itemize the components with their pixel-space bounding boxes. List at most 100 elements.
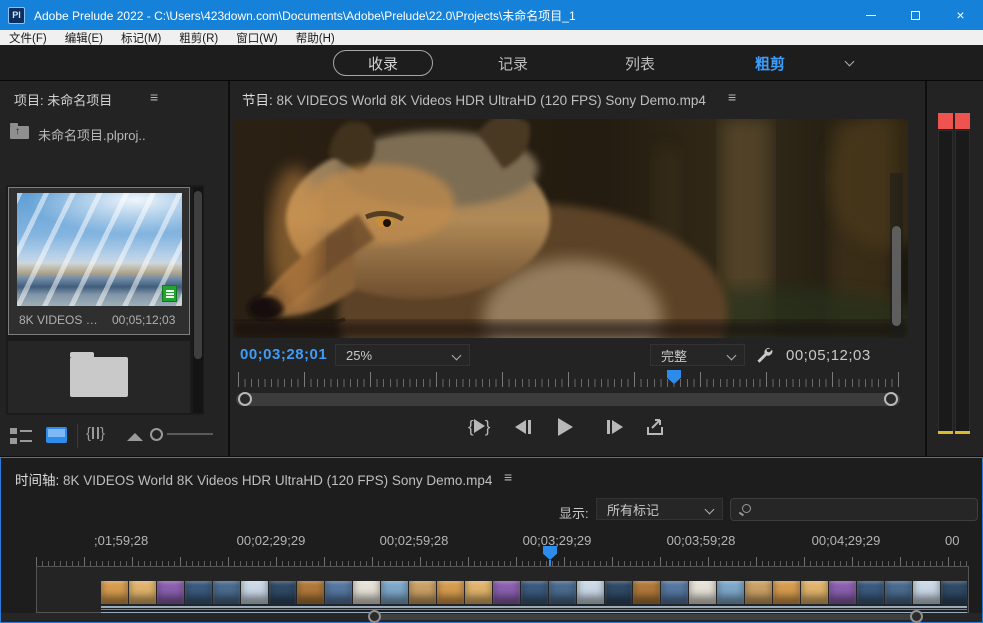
video-preview[interactable] bbox=[233, 119, 908, 338]
zoom-slider-track[interactable] bbox=[167, 433, 213, 435]
project-panel-toolbar: {} bbox=[0, 420, 228, 456]
scrollbar-thumb[interactable] bbox=[194, 191, 202, 359]
folder-icon bbox=[70, 357, 128, 397]
settings-wrench-button[interactable] bbox=[754, 344, 774, 364]
monitor-panel-menu-icon[interactable]: ≡ bbox=[728, 90, 736, 104]
monitor-scrollbar-thumb[interactable] bbox=[892, 226, 901, 326]
toolbar-divider bbox=[77, 424, 78, 448]
in-point-handle[interactable] bbox=[238, 392, 252, 406]
transport-controls: {} bbox=[230, 417, 905, 445]
marker-filter-value: 所有标记 bbox=[607, 500, 659, 519]
step-back-button[interactable] bbox=[515, 420, 531, 439]
menu-bar: 文件(F) 编辑(E) 标记(M) 粗剪(R) 窗口(W) 帮助(H) bbox=[0, 30, 983, 45]
menu-item-roughcut[interactable]: 粗剪(R) bbox=[170, 30, 227, 45]
menu-item-file[interactable]: 文件(F) bbox=[0, 30, 56, 45]
filmstrip-thumbnail bbox=[689, 581, 716, 604]
menu-item-edit[interactable]: 编辑(E) bbox=[56, 30, 112, 45]
filmstrip-thumbnail bbox=[213, 581, 240, 604]
timeline-panel: 时间轴: 8K VIDEOS World 8K Videos HDR Ultra… bbox=[0, 457, 983, 623]
thumbnail-view-button[interactable] bbox=[46, 427, 67, 443]
application-window: Pl Adobe Prelude 2022 - C:\Users\423down… bbox=[0, 0, 983, 623]
zoom-handle-left[interactable] bbox=[368, 610, 381, 623]
menu-item-window[interactable]: 窗口(W) bbox=[227, 30, 287, 45]
timeline-title: 时间轴: 8K VIDEOS World 8K Videos HDR Ultra… bbox=[15, 469, 492, 489]
timeline-zoom-scrollbar[interactable] bbox=[1, 613, 982, 622]
monitor-range-bar[interactable] bbox=[236, 393, 900, 406]
playback-quality-select[interactable]: 完整 bbox=[650, 344, 745, 366]
audio-meters-panel bbox=[927, 81, 983, 456]
project-panel-menu-icon[interactable]: ≡ bbox=[150, 90, 158, 104]
menu-item-marker[interactable]: 标记(M) bbox=[112, 30, 170, 45]
zoom-slider-handle[interactable] bbox=[150, 428, 163, 441]
wrench-icon bbox=[754, 344, 774, 364]
filmstrip-thumbnail bbox=[493, 581, 520, 604]
monitor-vertical-scrollbar[interactable] bbox=[890, 173, 903, 338]
search-input[interactable] bbox=[757, 500, 972, 519]
project-file-item[interactable]: 未命名项目.plproj.. bbox=[38, 125, 146, 144]
close-button[interactable]: × bbox=[938, 0, 983, 30]
app-logo-icon: Pl bbox=[8, 7, 25, 24]
workspace-tab-list-label: 列表 bbox=[625, 53, 655, 74]
monitor-time-ruler[interactable] bbox=[238, 370, 900, 387]
ruler-timecode-label: 00;04;29;29 bbox=[812, 533, 881, 548]
audio-clip-indicator-right[interactable] bbox=[955, 113, 970, 129]
clip-thumbnail[interactable] bbox=[17, 193, 182, 306]
zoom-handle-right[interactable] bbox=[910, 610, 923, 623]
filmstrip-thumbnail bbox=[465, 581, 492, 604]
out-point-handle[interactable] bbox=[884, 392, 898, 406]
project-panel-title: 项目: 未命名项目 bbox=[14, 90, 112, 109]
timeline-panel-menu-icon[interactable]: ≡ bbox=[504, 470, 512, 484]
clip-name: 8K VIDEOS … bbox=[19, 313, 107, 327]
filmstrip-thumbnail bbox=[437, 581, 464, 604]
export-button[interactable] bbox=[645, 417, 665, 442]
filmstrip-thumbnail bbox=[661, 581, 688, 604]
project-panel-scrollbar[interactable] bbox=[193, 187, 203, 413]
workspace-tab-roughcut[interactable]: 粗剪 bbox=[740, 45, 800, 81]
folder-tile[interactable] bbox=[8, 341, 190, 413]
audio-level-left bbox=[938, 431, 953, 434]
step-forward-button[interactable] bbox=[607, 420, 623, 439]
chevron-down-icon bbox=[705, 505, 715, 515]
workspace-tab-ingest[interactable]: 收录 bbox=[333, 50, 433, 76]
audio-clip-indicator-left[interactable] bbox=[938, 113, 953, 129]
filmstrip-thumbnail bbox=[185, 581, 212, 604]
monitor-title: 节目: 8K VIDEOS World 8K Videos HDR UltraH… bbox=[242, 89, 706, 109]
zoom-scrollbar-thumb[interactable] bbox=[374, 614, 916, 620]
filmstrip-thumbnail bbox=[773, 581, 800, 604]
window-controls: × bbox=[848, 0, 983, 30]
chevron-down-icon bbox=[452, 351, 462, 361]
audio-level-right bbox=[955, 431, 970, 434]
folder-up-icon[interactable]: ↑ bbox=[10, 126, 29, 139]
filmstrip-hover-button[interactable]: {} bbox=[86, 425, 105, 442]
play-in-to-out-button[interactable]: {} bbox=[468, 418, 490, 437]
clip-tile-selected[interactable]: 8K VIDEOS … 00;05;12;03 bbox=[8, 187, 190, 335]
filmstrip-thumbnail bbox=[381, 581, 408, 604]
filmstrip bbox=[101, 581, 967, 604]
workspace-chevron-button[interactable] bbox=[838, 45, 860, 81]
current-timecode[interactable]: 00;03;28;01 bbox=[240, 346, 327, 363]
timeline-clip-track[interactable] bbox=[36, 566, 969, 613]
list-view-button[interactable] bbox=[10, 428, 32, 444]
filmstrip-thumbnail bbox=[577, 581, 604, 604]
workspace-tab-list[interactable]: 列表 bbox=[610, 45, 670, 81]
marker-search[interactable] bbox=[730, 498, 978, 521]
chevron-down-icon bbox=[844, 56, 854, 66]
marker-filter-select[interactable]: 所有标记 bbox=[596, 498, 723, 520]
menu-item-help[interactable]: 帮助(H) bbox=[287, 30, 344, 45]
thumbnail-size-icon bbox=[127, 433, 143, 441]
filmstrip-thumbnail bbox=[913, 581, 940, 604]
filmstrip-thumbnail bbox=[325, 581, 352, 604]
workspace-tab-logging[interactable]: 记录 bbox=[483, 45, 543, 81]
maximize-button[interactable] bbox=[893, 0, 938, 30]
playback-quality-value: 完整 bbox=[661, 346, 687, 365]
zoom-level-select[interactable]: 25% bbox=[335, 344, 470, 366]
monitor-title-prefix: 节目: bbox=[242, 93, 273, 108]
filmstrip-thumbnail bbox=[297, 581, 324, 604]
minimize-button[interactable] bbox=[848, 0, 893, 30]
filmstrip-thumbnail bbox=[717, 581, 744, 604]
ruler-timecode-label: 00 bbox=[945, 533, 959, 548]
timeline-ruler[interactable] bbox=[36, 557, 969, 566]
timeline-title-prefix: 时间轴: bbox=[15, 473, 59, 488]
filmstrip-thumbnail bbox=[129, 581, 156, 604]
play-button[interactable] bbox=[558, 418, 573, 441]
